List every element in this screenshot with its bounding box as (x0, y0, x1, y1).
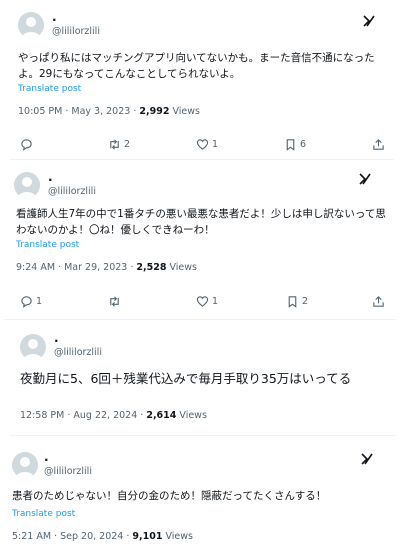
avatar[interactable] (20, 334, 46, 360)
heart-icon (196, 296, 209, 307)
tweet-timestamp: 10:05 PM · May 3, 2023 · 2,992 Views (18, 106, 200, 117)
tweet-text: 夜勤月に5、6回＋残業代込みで毎月手取り35万はいってる (20, 371, 352, 386)
heart-icon (196, 139, 209, 150)
views-count: 2,992 (139, 106, 170, 117)
reply-icon (21, 296, 32, 308)
bookmark-count: 6 (300, 139, 307, 150)
display-name[interactable]: . (44, 451, 49, 463)
retweet-count: 2 (124, 139, 131, 150)
display-name[interactable]: . (54, 332, 59, 344)
handle[interactable]: @lililorzlili (54, 347, 102, 358)
like-button[interactable]: 1 (196, 295, 218, 308)
retweet-button[interactable] (108, 295, 121, 308)
bookmark-icon (286, 139, 295, 151)
reply-icon (21, 139, 32, 151)
tweet-card[interactable]: . @lililorzlili 看護師人生7年の中で1番タチの悪い最悪な患者だよ… (4, 162, 396, 320)
retweet-icon (110, 296, 119, 307)
translate-link[interactable]: Translate post (12, 509, 75, 519)
share-icon (373, 296, 384, 307)
reply-button[interactable]: 1 (20, 295, 42, 308)
views-count: 9,101 (132, 531, 163, 542)
tweet-timestamp: 5:21 AM · Sep 20, 2024 · 9,101 Views (12, 531, 193, 542)
tweet-card[interactable]: . @lililorzlili 夜勤月に5、6回＋残業代込みで毎月手取り35万は… (10, 322, 396, 436)
display-name[interactable]: . (52, 11, 57, 23)
bookmark-button[interactable]: 2 (286, 295, 308, 308)
tweet-timestamp: 12:58 PM · Aug 22, 2024 · 2,614 Views (20, 410, 207, 421)
avatar[interactable] (18, 12, 44, 38)
views-count: 2,614 (146, 410, 177, 421)
views-count: 2,528 (136, 262, 167, 273)
handle[interactable]: @lililorzlili (52, 26, 100, 37)
bookmark-count: 2 (302, 296, 309, 307)
tweet-text: 患者のためじゃない！自分の金のため！隠蔽だってたくさんする！ (12, 490, 327, 502)
tweet-card[interactable]: . @lililorzlili やっぱり私にはマッチングアプリ向いてないかも。ま… (10, 2, 394, 160)
grok-icon[interactable] (360, 452, 374, 466)
display-name[interactable]: . (48, 171, 53, 183)
tweet-text: 看護師人生7年の中で1番タチの悪い最悪な患者だよ！少しは申し訳ないって思わないの… (16, 208, 386, 236)
retweet-icon (110, 139, 119, 150)
bookmark-button[interactable]: 6 (284, 138, 306, 151)
translate-link[interactable]: Translate post (16, 240, 79, 250)
tweet-timestamp: 9:24 AM · Mar 29, 2023 · 2,528 Views (16, 262, 197, 273)
handle[interactable]: @lililorzlili (44, 466, 92, 477)
translate-link[interactable]: Translate post (18, 84, 81, 94)
tweet-card[interactable]: . @lililorzlili 患者のためじゃない！自分の金のため！隠蔽だってた… (4, 442, 396, 559)
bookmark-icon (288, 296, 297, 308)
grok-icon[interactable] (362, 14, 376, 28)
avatar[interactable] (14, 172, 40, 198)
share-button[interactable] (372, 295, 385, 308)
handle[interactable]: @lililorzlili (48, 186, 96, 197)
grok-icon[interactable] (358, 172, 372, 186)
retweet-button[interactable]: 2 (108, 138, 130, 151)
reply-button[interactable] (20, 138, 33, 151)
like-count: 1 (212, 139, 219, 150)
like-count: 1 (212, 296, 219, 307)
share-icon (373, 139, 384, 150)
like-button[interactable]: 1 (196, 138, 218, 151)
reply-count: 1 (36, 296, 43, 307)
tweet-text: やっぱり私にはマッチングアプリ向いてないかも。まーた音信不通になったよ。29にも… (18, 52, 375, 80)
share-button[interactable] (372, 138, 385, 151)
avatar[interactable] (12, 452, 38, 478)
